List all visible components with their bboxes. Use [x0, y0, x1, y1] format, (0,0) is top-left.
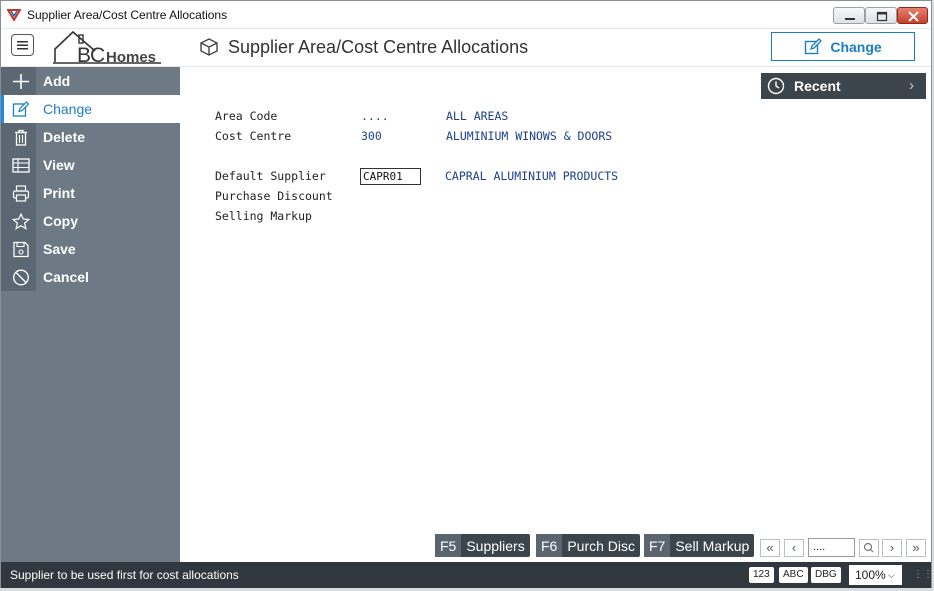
default-supplier-description: CAPRAL ALUMINIUM PRODUCTS: [445, 169, 619, 183]
recent-panel-button[interactable]: Recent ›: [761, 73, 926, 99]
search-record-button[interactable]: [859, 539, 879, 557]
selling-markup-label: Selling Markup: [215, 209, 312, 223]
zoom-value: 100%: [855, 568, 886, 582]
title-bar: Supplier Area/Cost Centre Allocations: [1, 1, 931, 29]
recent-label: Recent: [794, 78, 841, 94]
resize-grip-icon[interactable]: ⋮⋮: [913, 569, 933, 580]
company-logo: BC Homes: [51, 29, 171, 67]
app-logo-icon: [7, 9, 21, 21]
double-chevron-right-icon: »: [912, 540, 920, 555]
fkey-code: F5: [435, 534, 462, 557]
status-message: Supplier to be used first for cost alloc…: [10, 568, 239, 582]
sidebar-item-label: Save: [43, 241, 76, 257]
numeric-mode-badge[interactable]: 123: [749, 567, 774, 583]
logo-text-bc: BC: [77, 44, 105, 67]
sidebar-item-print[interactable]: Print: [1, 179, 180, 207]
default-supplier-input[interactable]: CAPR01: [360, 168, 421, 185]
maximize-icon: [876, 11, 888, 22]
fkey-label: Purch Disc: [567, 537, 636, 554]
search-icon: [863, 542, 874, 553]
clock-icon: [767, 77, 785, 95]
sidebar-item-copy[interactable]: Copy: [1, 207, 180, 235]
double-chevron-left-icon: «: [766, 540, 774, 555]
sidebar-item-label: Print: [43, 185, 75, 201]
change-mode-label: Change: [830, 38, 882, 55]
sidebar-item-label: Cancel: [43, 269, 89, 285]
edit-icon: [805, 37, 823, 54]
purchase-discount-label: Purchase Discount: [215, 189, 333, 203]
printer-icon: [12, 185, 30, 202]
sidebar-item-label: View: [43, 157, 75, 173]
sidebar: Add Change Delete View Print Copy Save C…: [1, 67, 180, 562]
f7-sell-markup-button[interactable]: F7 Sell Markup: [644, 534, 755, 557]
plus-icon: [13, 74, 29, 89]
maximize-button[interactable]: [865, 7, 897, 24]
sidebar-item-delete[interactable]: Delete: [1, 123, 180, 151]
status-bar: Supplier to be used first for cost alloc…: [1, 562, 933, 588]
sidebar-item-label: Delete: [43, 129, 86, 145]
cost-centre-label: Cost Centre: [215, 129, 292, 143]
area-code-value: ....: [361, 109, 389, 123]
sidebar-item-change[interactable]: Change: [1, 95, 180, 123]
next-record-button[interactable]: ›: [882, 539, 902, 557]
close-button[interactable]: [897, 7, 928, 24]
cost-centre-value: 300: [361, 129, 382, 143]
chevron-right-icon: ›: [889, 540, 895, 555]
sidebar-item-save[interactable]: Save: [1, 235, 180, 263]
f5-suppliers-button[interactable]: F5 Suppliers: [435, 534, 530, 557]
sidebar-item-label: Add: [43, 73, 71, 89]
f6-purch-disc-button[interactable]: F6 Purch Disc: [536, 534, 641, 557]
chevron-right-icon: ›: [909, 77, 914, 94]
chevron-left-icon: ‹: [791, 540, 797, 555]
hamburger-icon: [17, 41, 28, 50]
close-icon: [908, 11, 919, 22]
app-header: BC Homes Supplier Area/Cost Centre Alloc…: [1, 29, 931, 67]
cancel-icon: [13, 269, 29, 286]
sidebar-item-view[interactable]: View: [1, 151, 180, 179]
last-record-button[interactable]: »: [906, 539, 926, 557]
menu-button[interactable]: [11, 34, 34, 56]
fkey-label: Sell Markup: [675, 537, 750, 554]
app-window: Supplier Area/Cost Centre Allocations BC…: [0, 0, 933, 588]
star-icon: [12, 213, 30, 230]
area-code-description: ALL AREAS: [446, 109, 509, 123]
trash-icon: [15, 129, 27, 146]
first-record-button[interactable]: «: [760, 539, 780, 557]
sidebar-item-cancel[interactable]: Cancel: [1, 263, 180, 291]
fkey-code: F6: [536, 534, 563, 557]
record-search-input[interactable]: ....: [808, 538, 855, 557]
zoom-select[interactable]: 100% ⌵: [849, 565, 902, 585]
logo-text-homes: Homes: [106, 49, 157, 66]
area-code-label: Area Code: [215, 109, 278, 123]
default-supplier-label: Default Supplier: [215, 169, 326, 183]
window-title: Supplier Area/Cost Centre Allocations: [27, 8, 228, 22]
fkey-code: F7: [644, 534, 671, 557]
sidebar-item-add[interactable]: Add: [1, 67, 180, 95]
previous-record-button[interactable]: ‹: [784, 539, 804, 557]
minimize-button[interactable]: [833, 7, 865, 24]
fkey-label: Suppliers: [466, 537, 525, 554]
change-mode-button[interactable]: Change: [771, 32, 915, 61]
debug-mode-badge[interactable]: DBG: [811, 567, 841, 583]
save-icon: [13, 241, 29, 258]
page-title: Supplier Area/Cost Centre Allocations: [228, 37, 529, 57]
cost-centre-description: ALUMINIUM WINOWS & DOORS: [446, 129, 613, 143]
caps-mode-badge[interactable]: ABC: [779, 567, 808, 583]
sidebar-item-label: Copy: [43, 213, 78, 229]
main-content: Recent › Area Code .... ALL AREAS Cost C…: [180, 67, 931, 562]
minimize-icon: [845, 18, 855, 20]
sidebar-item-label: Change: [43, 101, 93, 117]
chevron-down-icon: ⌵: [888, 570, 895, 580]
table-icon: [12, 158, 30, 173]
box-icon: [200, 38, 218, 56]
edit-icon: [12, 101, 30, 117]
